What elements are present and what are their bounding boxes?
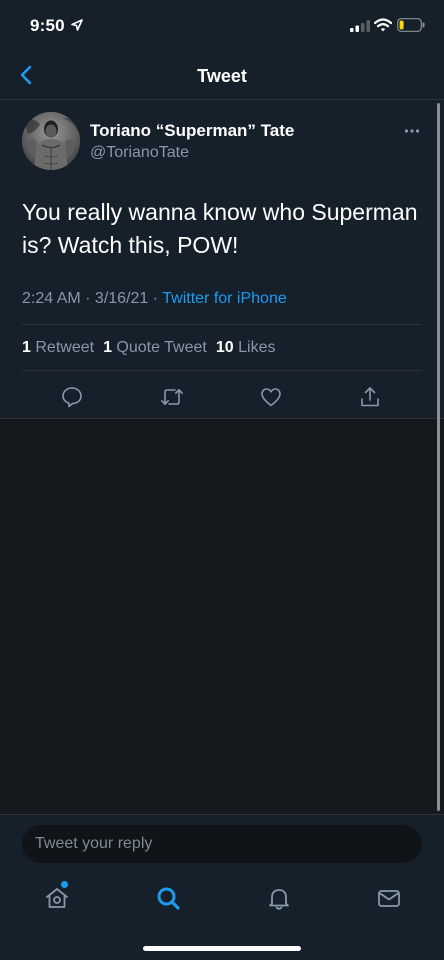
status-time: 9:50	[30, 16, 65, 35]
retweets-stat[interactable]: 1 Retweet	[22, 339, 94, 356]
divider	[22, 324, 422, 325]
home-indicator[interactable]	[143, 946, 301, 951]
likes-count: 10	[215, 339, 234, 356]
share-icon[interactable]	[358, 385, 382, 409]
new-content-dot	[61, 881, 68, 888]
divider	[22, 370, 422, 371]
cellular-signal-icon	[350, 20, 370, 32]
quotes-label: Quote Tweet	[116, 339, 207, 356]
tweet-source-link[interactable]: Twitter for iPhone	[162, 290, 287, 307]
user-handle[interactable]: @TorianoTate	[90, 144, 189, 162]
quotes-stat[interactable]: 1 Quote Tweet	[103, 339, 207, 356]
avatar[interactable]	[22, 112, 80, 170]
like-icon[interactable]	[259, 385, 283, 409]
quotes-count: 1	[103, 339, 112, 356]
wifi-icon	[374, 18, 392, 32]
messages-icon[interactable]	[376, 885, 402, 911]
reply-placeholder: Tweet your reply	[35, 835, 153, 852]
home-icon[interactable]	[44, 885, 70, 911]
likes-stat[interactable]: 10 Likes	[216, 339, 276, 356]
retweets-label: Retweet	[35, 339, 95, 356]
more-options-icon[interactable]	[404, 128, 420, 134]
search-icon[interactable]	[155, 885, 181, 911]
tweet-stats: 1 Retweet 1 Quote Tweet 10 Likes	[22, 339, 284, 357]
page-title: Tweet	[197, 66, 247, 86]
notifications-icon[interactable]	[266, 885, 292, 911]
tweet-time: 2:24 AM	[22, 290, 81, 307]
display-name[interactable]: Toriano “Superman” Tate	[90, 121, 294, 141]
tweet-text: You really wanna know who Superman is? W…	[22, 199, 418, 258]
navigation-header: Tweet	[0, 52, 444, 100]
location-arrow-icon	[71, 19, 83, 31]
reply-input[interactable]: Tweet your reply	[22, 825, 422, 863]
tweet-date: 3/16/21	[94, 290, 149, 307]
battery-icon	[397, 18, 425, 32]
bottom-bar: Tweet your reply	[0, 814, 444, 960]
tweet-card: Toriano “Superman” Tate @TorianoTate You…	[0, 100, 444, 419]
scrollbar[interactable]	[437, 103, 440, 811]
reply-icon[interactable]	[60, 385, 84, 409]
tweet-meta: 2:24 AM · 3/16/21 · Twitter for iPhone	[22, 290, 287, 307]
retweet-icon[interactable]	[160, 385, 184, 409]
status-bar: 9:50	[0, 0, 444, 52]
retweets-count: 1	[22, 339, 31, 356]
likes-label: Likes	[238, 339, 276, 356]
